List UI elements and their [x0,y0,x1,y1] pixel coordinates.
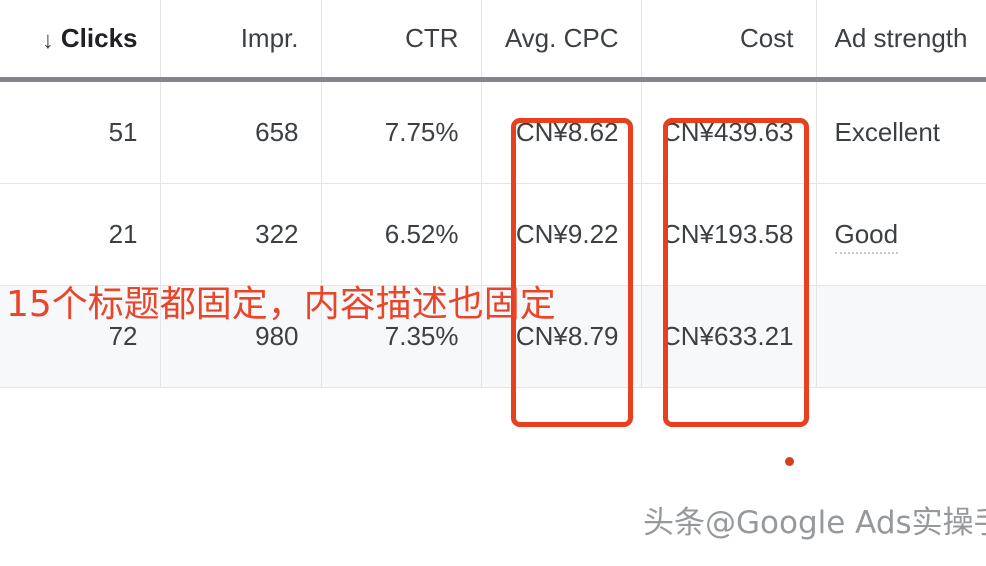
table-body: 51 658 7.75% CN¥8.62 CN¥439.63 Excellent… [0,79,986,388]
column-header-ctr[interactable]: CTR [321,0,482,80]
cell-avg-cpc: CN¥8.62 [481,79,642,184]
cell-impr: 322 [160,183,322,286]
cell-cost: CN¥193.58 [641,183,817,286]
annotation-dot-marker [785,457,794,466]
column-header-cost[interactable]: Cost [641,0,817,80]
cell-impr: 658 [160,79,322,184]
column-header-avg-cpc[interactable]: Avg. CPC [481,0,642,80]
table-row[interactable]: 21 322 6.52% CN¥9.22 CN¥193.58 Good [0,183,986,286]
column-header-ad-strength[interactable]: Ad strength [816,0,986,80]
cell-ctr: 7.75% [321,79,482,184]
cell-avg-cpc: CN¥9.22 [481,183,642,286]
table-header-row: ↓ Clicks Impr. CTR Avg. CPC Cost Ad stren… [0,0,986,80]
cell-ad-strength[interactable]: Good [816,183,986,286]
cell-clicks: 21 [0,183,161,286]
cell-ad-strength[interactable]: Excellent [816,79,986,184]
column-header-impr[interactable]: Impr. [160,0,322,80]
cell-ad-strength[interactable] [816,285,986,388]
table-header: ↓ Clicks Impr. CTR Avg. CPC Cost Ad stren… [0,0,986,80]
ad-strength-value: Excellent [834,117,941,147]
google-ads-performance-table: ↓ Clicks Impr. CTR Avg. CPC Cost Ad stren… [0,0,986,388]
ads-table-screenshot: ↓ Clicks Impr. CTR Avg. CPC Cost Ad stren… [0,0,986,566]
column-header-clicks[interactable]: ↓ Clicks [0,0,161,80]
cell-clicks: 51 [0,79,161,184]
cell-ctr: 6.52% [321,183,482,286]
cell-cost: CN¥439.63 [641,79,817,184]
annotation-note-text: 15个标题都固定，内容描述也固定 [6,284,556,325]
watermark-text: 头条@Google Ads实操手册 [643,505,986,541]
ad-strength-value[interactable]: Good [834,219,899,254]
column-header-clicks-label: Clicks [60,22,138,53]
cell-cost: CN¥633.21 [641,285,817,388]
sort-arrow-down-icon[interactable]: ↓ [42,27,54,55]
table-row[interactable]: 51 658 7.75% CN¥8.62 CN¥439.63 Excellent [0,79,986,184]
